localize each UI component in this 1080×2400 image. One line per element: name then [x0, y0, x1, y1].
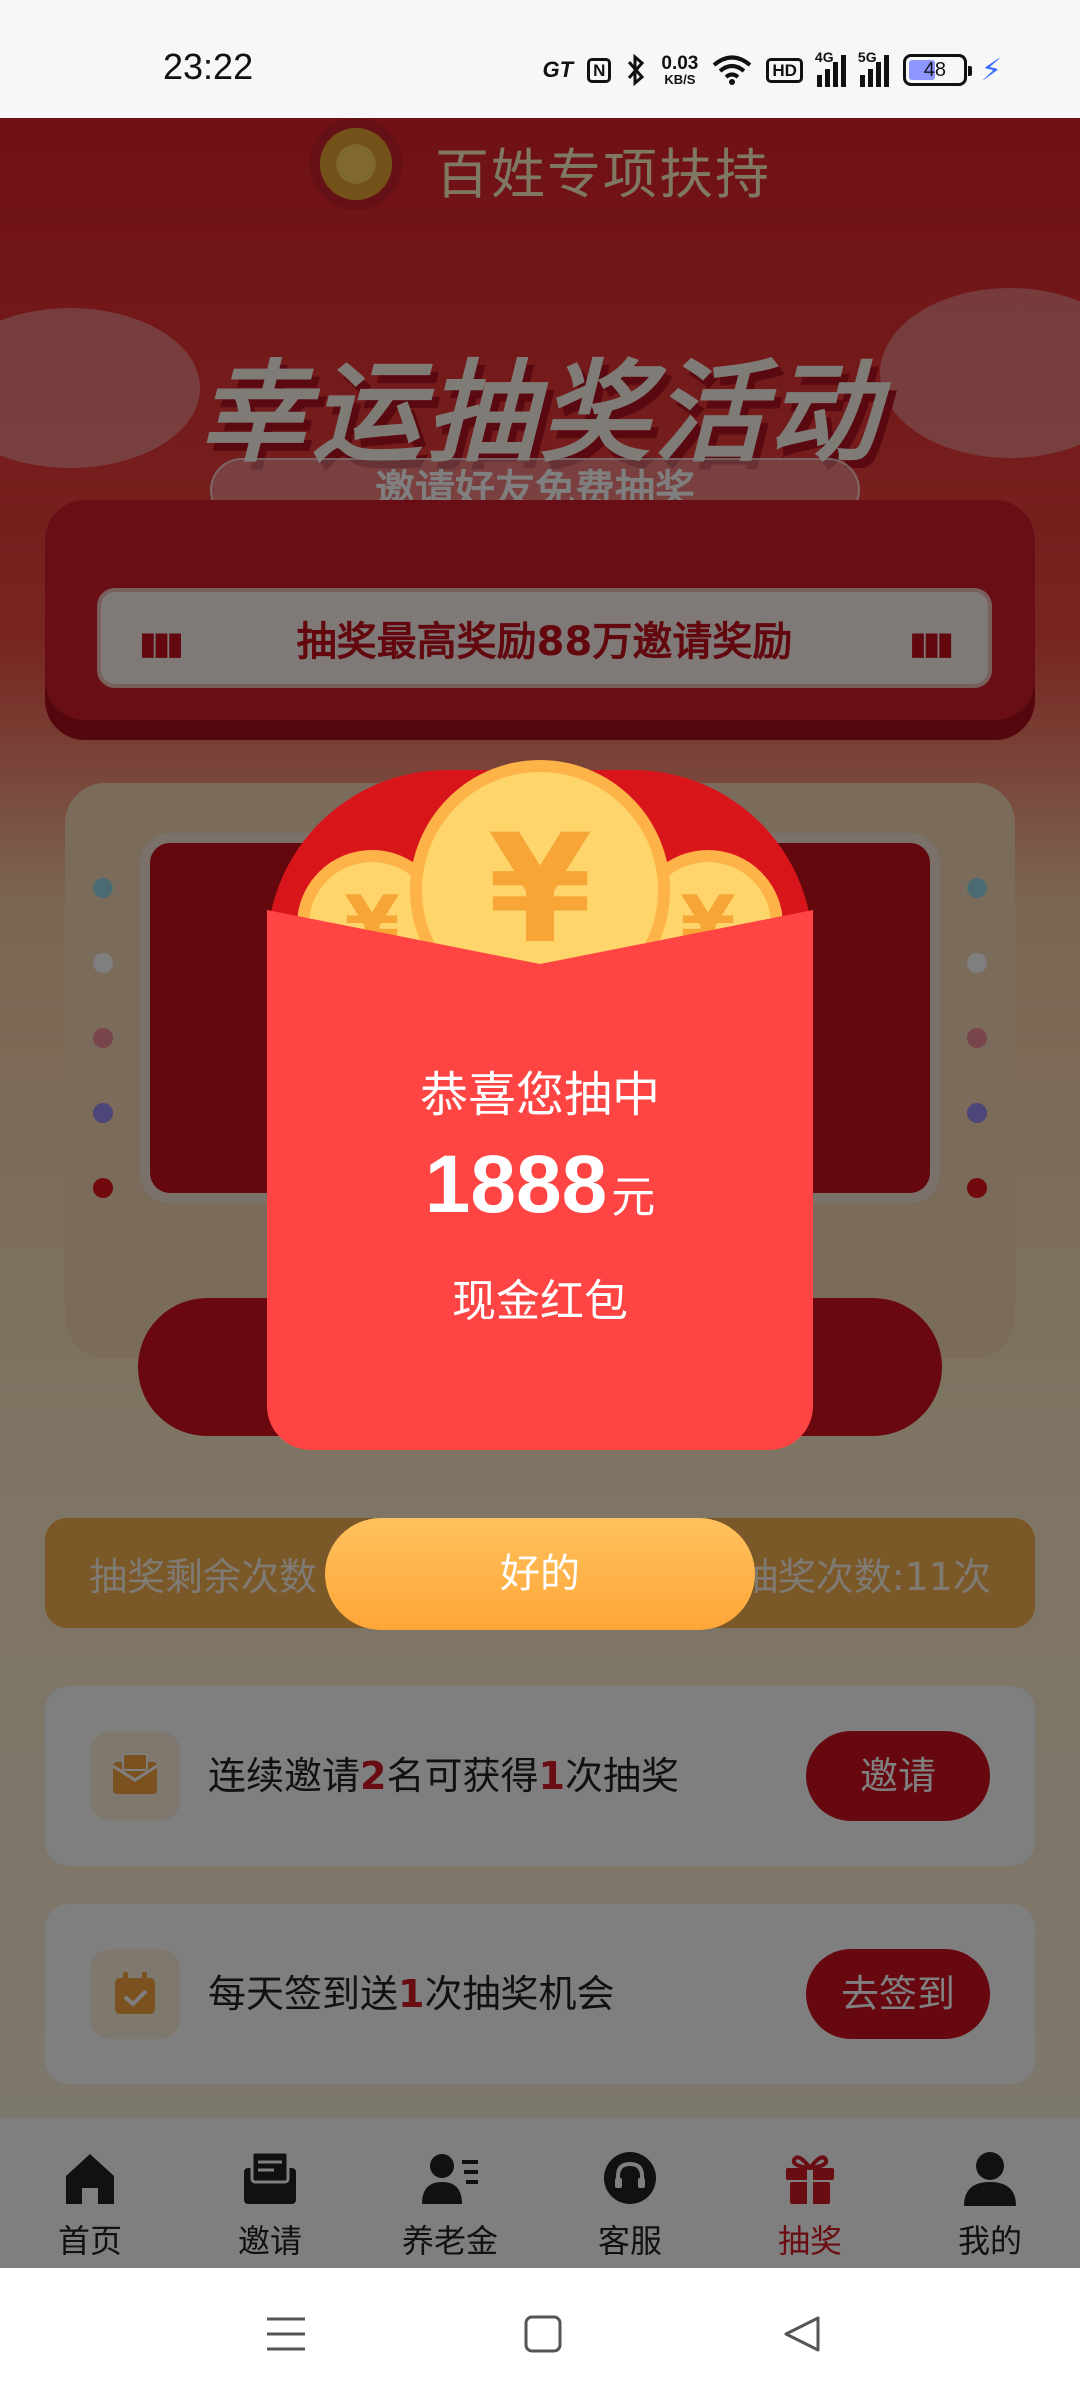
- nfc-icon: N: [587, 57, 612, 83]
- battery-icon: 48: [902, 54, 972, 86]
- charging-icon: ⚡: [980, 52, 1002, 88]
- back-triangle-icon: [784, 2316, 820, 2352]
- wifi-icon: [713, 55, 752, 85]
- home-nav-button[interactable]: [513, 2304, 573, 2364]
- system-nav-bar: [0, 2268, 1080, 2400]
- ok-button[interactable]: 好的: [325, 1518, 755, 1630]
- signal-4g-icon: 4G: [815, 49, 846, 87]
- back-nav-button[interactable]: [772, 2304, 832, 2364]
- prize-dialog: ¥ ¥ ¥ 恭喜您抽中 1888元 现金红包: [267, 760, 813, 1450]
- amount-value: 1888: [424, 1139, 608, 1230]
- prize-amount: 1888元: [267, 1138, 813, 1232]
- signal-5g-icon: 5G: [858, 49, 889, 87]
- square-icon: [524, 2315, 562, 2353]
- amount-unit: 元: [611, 1173, 656, 1222]
- menu-nav-button[interactable]: [256, 2304, 316, 2364]
- hd-voice-icon: HD: [766, 57, 803, 83]
- status-time: 23:22: [163, 46, 254, 87]
- network-speed: 0.03 KB/S: [661, 53, 699, 87]
- congrats-text: 恭喜您抽中: [419, 1067, 660, 1123]
- battery-level: 48: [923, 58, 947, 81]
- status-bar: 23:22 GT N 0.03 KB/S HD 4G 5G 48 ⚡: [0, 0, 1080, 118]
- gt-mode-icon: GT: [542, 57, 574, 82]
- menu-icon: [267, 2317, 305, 2351]
- status-icons: GT N 0.03 KB/S HD 4G 5G 48 ⚡: [542, 49, 1002, 90]
- prize-type: 现金红包: [452, 1276, 628, 1327]
- bluetooth-icon: [628, 53, 645, 87]
